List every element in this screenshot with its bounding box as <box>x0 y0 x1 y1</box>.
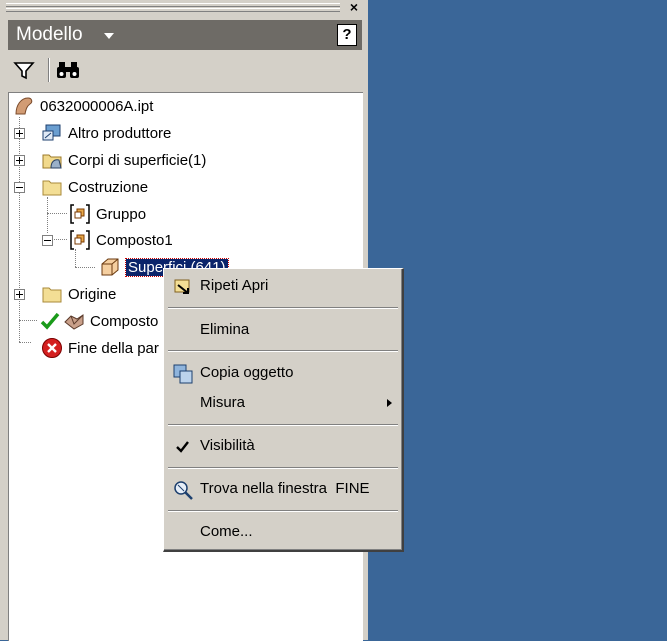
close-icon[interactable]: × <box>346 0 362 14</box>
menu-item-come[interactable]: Come... <box>166 519 400 545</box>
menu-item-elimina[interactable]: Elimina <box>166 317 400 343</box>
folder-icon <box>41 176 63 198</box>
collapse-icon[interactable] <box>42 235 53 246</box>
tree-node-label: Composto1 <box>96 231 173 249</box>
folder-icon <box>41 283 63 305</box>
tree-item-corpi-di-superficie[interactable]: Corpi di superficie(1) <box>41 149 206 171</box>
surface-bodies-folder-icon <box>41 149 63 171</box>
panel-title-bar[interactable]: Modello <box>8 20 362 50</box>
tree-connector <box>19 342 31 343</box>
tree-node-label: Composto <box>90 312 159 330</box>
menu-item-copia-oggetto[interactable]: Copia oggetto <box>166 360 400 386</box>
menu-item-trova-nella-finestra[interactable]: Trova nella finestra FINE <box>166 476 400 502</box>
repeat-icon <box>172 276 194 298</box>
checkmark-icon <box>172 436 194 458</box>
tree-item-altro-produttore[interactable]: Altro produttore <box>41 122 171 144</box>
tree-item-composto1[interactable]: Composto1 <box>69 229 173 251</box>
expand-icon[interactable] <box>14 289 25 300</box>
composite-icon <box>69 229 91 251</box>
menu-item-misura[interactable]: Misura <box>166 390 400 416</box>
tree-node-label: Origine <box>68 285 117 303</box>
tree-connector <box>19 117 20 342</box>
tree-node-label: 0632000006A.ipt <box>40 97 154 115</box>
help-button[interactable]: ? <box>337 24 357 46</box>
tree-connector <box>51 239 67 240</box>
tree-item-origine[interactable]: Origine <box>41 283 116 305</box>
find-in-window-icon <box>172 479 194 501</box>
chevron-down-icon[interactable] <box>104 33 114 39</box>
tree-connector <box>75 249 76 267</box>
menu-separator <box>168 467 398 469</box>
menu-item-label: Visibilità <box>200 437 255 454</box>
menu-item-label: Misura <box>200 394 246 411</box>
panel-grip[interactable] <box>6 3 340 12</box>
submenu-arrow-icon <box>387 399 392 407</box>
menu-item-ripeti-apri[interactable]: Ripeti Apri <box>166 273 400 299</box>
copy-object-icon <box>172 363 194 385</box>
tree-node-label: Costruzione <box>68 178 149 196</box>
tree-connector <box>75 267 95 268</box>
composite-feature-icon <box>63 310 85 332</box>
tree-node-label: Corpi di superficie(1) <box>68 151 207 169</box>
tree-node-label: Altro produttore <box>68 124 172 142</box>
menu-item-label-text: Trova nella finestra <box>200 480 328 497</box>
tree-root[interactable]: 0632000006A.ipt <box>13 95 153 117</box>
tree-item-gruppo[interactable]: Gruppo <box>69 203 146 225</box>
menu-item-label: Copia oggetto <box>200 364 294 381</box>
menu-separator <box>168 424 398 426</box>
tree-item-fine-della-parte[interactable]: Fine della par <box>41 337 159 359</box>
binoculars-icon[interactable] <box>54 56 82 84</box>
surface-icon <box>99 256 121 278</box>
part-icon <box>13 95 35 117</box>
context-menu: Ripeti Apri Elimina Copia oggetto Misura… <box>163 268 404 552</box>
check-icon <box>39 310 61 332</box>
panel-title: Modello <box>16 24 83 45</box>
tree-node-label: Gruppo <box>96 205 147 223</box>
expand-icon[interactable] <box>14 128 25 139</box>
filter-icon[interactable] <box>10 56 38 84</box>
tree-connector <box>47 213 67 214</box>
menu-item-label: Trova nella finestra FINE <box>200 480 370 498</box>
menu-separator <box>168 510 398 512</box>
tree-node-label: Fine della par <box>68 339 159 357</box>
tree-item-composto[interactable]: Composto <box>39 310 158 332</box>
collapse-icon[interactable] <box>14 182 25 193</box>
menu-item-label: Come... <box>200 523 253 540</box>
tree-item-costruzione[interactable]: Costruzione <box>41 176 148 198</box>
tree-connector <box>47 197 48 233</box>
group-icon <box>69 203 91 225</box>
menu-item-label: Elimina <box>200 321 250 338</box>
menu-item-shortcut: FINE <box>335 480 370 497</box>
tree-connector <box>19 320 37 321</box>
expand-icon[interactable] <box>14 155 25 166</box>
menu-item-label: Ripeti Apri <box>200 277 269 294</box>
menu-item-visibilita[interactable]: Visibilità <box>166 433 400 459</box>
end-of-part-icon <box>41 337 63 359</box>
menu-separator <box>168 307 398 309</box>
panel-toolbar <box>8 54 362 86</box>
menu-separator <box>168 350 398 352</box>
third-party-icon <box>41 122 63 144</box>
toolbar-divider <box>48 58 50 82</box>
